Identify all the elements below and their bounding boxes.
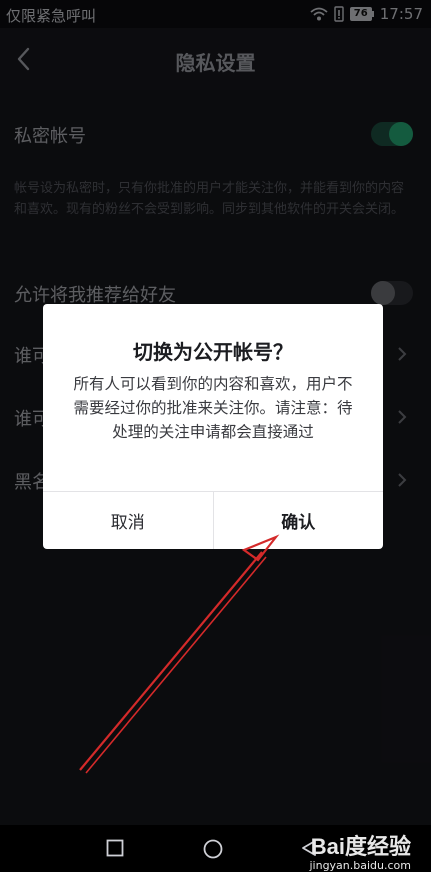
- cancel-button[interactable]: 取消: [43, 492, 213, 549]
- watermark-logo: Bai度经验: [310, 834, 411, 859]
- system-nav-bar: Bai度经验 jingyan.baidu.com: [0, 825, 431, 872]
- dialog-buttons: 取消 确认: [43, 491, 383, 549]
- recent-apps-icon[interactable]: [106, 839, 124, 857]
- dialog-message: 所有人可以看到你的内容和喜欢，用户不需要经过你的批准来关注你。请注意：待处理的关…: [73, 375, 353, 441]
- confirm-button[interactable]: 确认: [212, 492, 384, 549]
- watermark-url: jingyan.baidu.com: [309, 859, 411, 872]
- watermark: Bai度经验 jingyan.baidu.com: [309, 829, 411, 872]
- switch-public-dialog: 切换为公开帐号？ 所有人可以看到你的内容和喜欢，用户不需要经过你的批准来关注你。…: [43, 304, 383, 549]
- dialog-title: 切换为公开帐号？: [133, 340, 293, 364]
- home-icon[interactable]: [203, 839, 223, 859]
